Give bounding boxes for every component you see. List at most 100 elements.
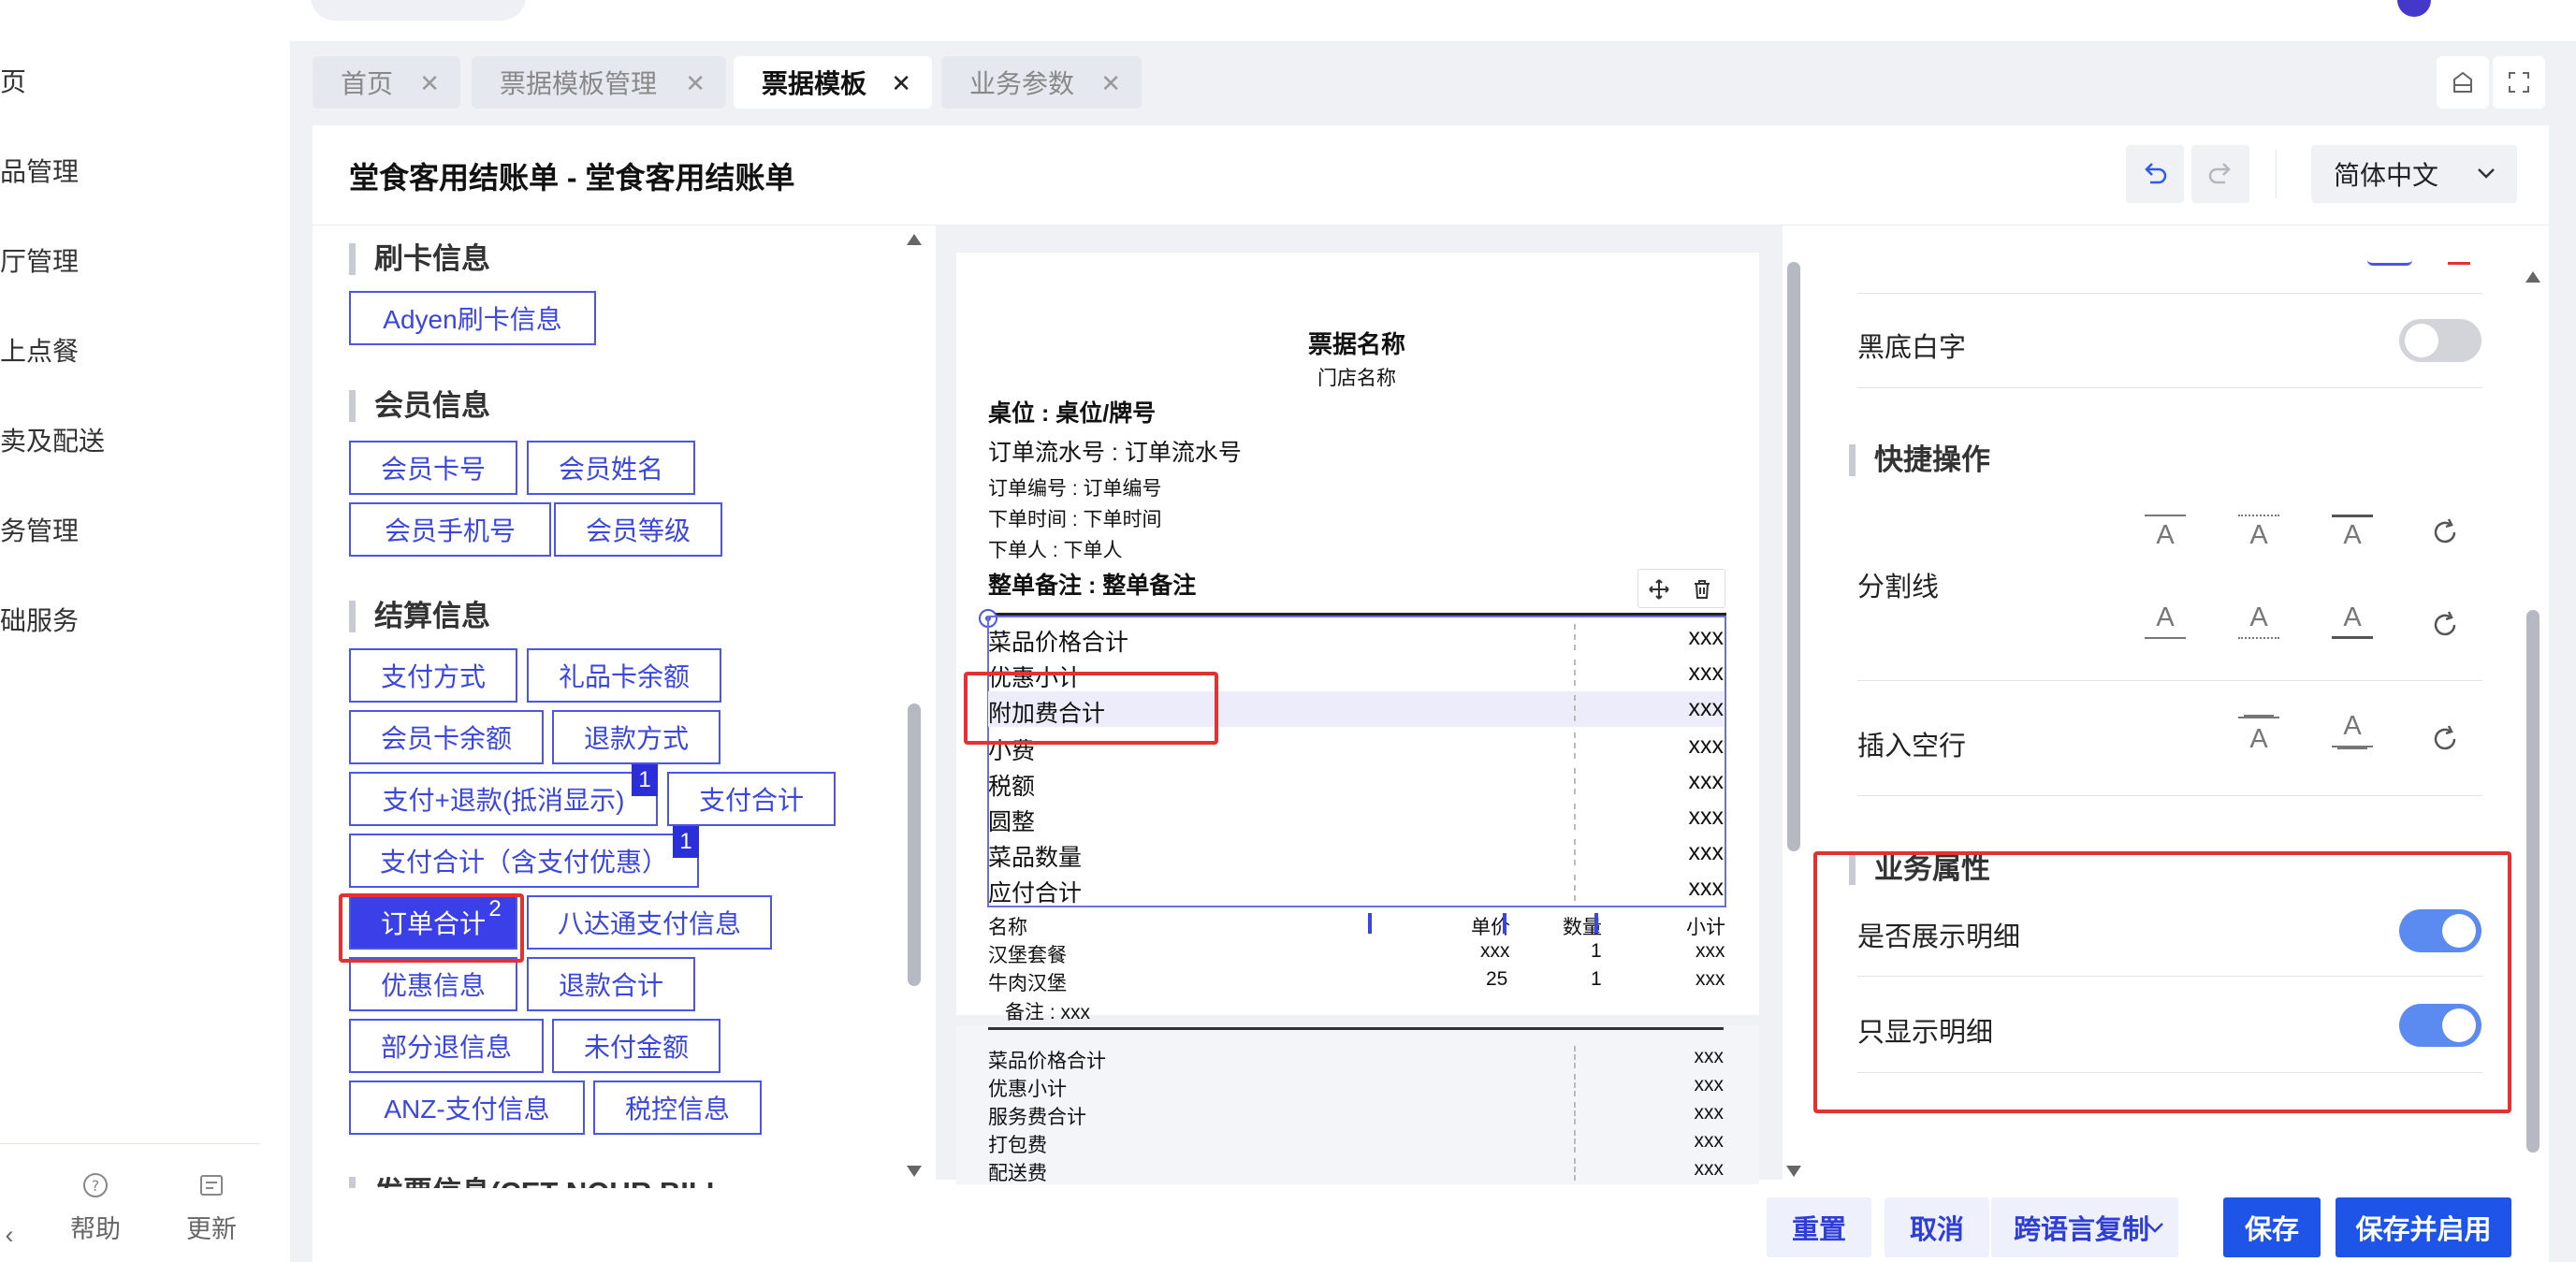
row-divider: [1574, 1046, 1576, 1068]
partial-control[interactable]: [2367, 258, 2412, 266]
reset-blank-line-icon[interactable]: [2429, 723, 2461, 755]
tab-business-params[interactable]: 业务参数 ✕: [941, 56, 1142, 109]
save-button[interactable]: 保存: [2223, 1197, 2321, 1257]
field-gift-card-balance[interactable]: 礼品卡余额: [527, 648, 721, 703]
serial-number: 订单流水号 : 订单流水号: [988, 440, 1242, 466]
field-member-phone[interactable]: 会员手机号: [349, 502, 551, 557]
tab-ticket-template[interactable]: 票据模板 ✕: [734, 56, 932, 109]
field-member-level[interactable]: 会员等级: [554, 502, 722, 557]
sidebar-item-finance[interactable]: 务管理: [0, 511, 79, 548]
chevron-down-icon: [2147, 1223, 2163, 1233]
field-octopus-payment[interactable]: 八达通支付信息: [527, 895, 772, 950]
sidebar-item-basic-service[interactable]: 础服务: [0, 601, 79, 638]
divider-dotted-top-icon[interactable]: A: [2238, 515, 2279, 551]
tab-home[interactable]: 首页 ✕: [313, 56, 460, 109]
field-discount-info[interactable]: 优惠信息: [349, 957, 517, 1011]
section-invoice-info: 发票信息(CET NOUR BILL: [349, 1177, 724, 1188]
field-payment-total[interactable]: 支付合计: [667, 772, 836, 826]
detail-item-subtotal: xxx: [1696, 968, 1725, 990]
sidebar-item-restaurant[interactable]: 厅管理: [0, 241, 79, 279]
language-select[interactable]: 简体中文: [2311, 145, 2517, 203]
update-button[interactable]: 更新: [174, 1171, 249, 1245]
sidebar-item-online-order[interactable]: 上点餐: [0, 331, 79, 369]
detail-header-subtotal: 小计: [1686, 917, 1725, 938]
field-anz-payment[interactable]: ANZ-支付信息: [349, 1081, 585, 1135]
undo-button[interactable]: [2126, 145, 2184, 203]
order-time: 下单时间 : 下单时间: [988, 509, 1162, 530]
tab-label: 票据模板管理: [500, 69, 658, 98]
divider-solid-top-icon[interactable]: A: [2145, 515, 2186, 551]
field-unpaid-amount[interactable]: 未付金额: [552, 1019, 720, 1073]
column-handle[interactable]: [1594, 913, 1598, 934]
close-icon[interactable]: ✕: [685, 69, 706, 98]
trash-icon[interactable]: [1691, 578, 1713, 601]
props-scroll-up[interactable]: [2525, 271, 2540, 283]
move-icon[interactable]: [1648, 578, 1670, 601]
prop-divider: [1857, 680, 2482, 681]
summary-value: xxx: [1688, 839, 1725, 865]
fullscreen-icon: [2509, 72, 2529, 93]
top-search-pill[interactable]: [311, 0, 526, 21]
divider-solid-bottom-icon[interactable]: A: [2145, 602, 2186, 639]
divider-thick-bottom-icon[interactable]: A: [2332, 602, 2373, 639]
black-bg-toggle[interactable]: [2399, 319, 2481, 362]
insert-blank-above-icon[interactable]: A: [2238, 717, 2279, 755]
copy-language-button[interactable]: 跨语言复制: [1991, 1197, 2178, 1257]
field-member-card-no[interactable]: 会员卡号: [349, 441, 517, 495]
home-tool-button[interactable]: [2437, 56, 2489, 109]
partial-control-red[interactable]: [2448, 262, 2470, 265]
save-and-enable-button[interactable]: 保存并启用: [2336, 1197, 2511, 1257]
redo-icon: [2208, 163, 2231, 184]
detail-item-remark: 备注 : xxx: [1005, 1002, 1091, 1023]
field-payment-total-discount[interactable]: 支付合计（含支付优惠） 1: [349, 826, 699, 888]
tab-template-management[interactable]: 票据模板管理 ✕: [472, 56, 726, 109]
close-icon[interactable]: ✕: [1100, 69, 1121, 98]
preview-scrollbar-thumb[interactable]: [1787, 262, 1800, 851]
reset-button[interactable]: 重置: [1767, 1197, 1871, 1257]
row-divider: [1574, 1102, 1576, 1124]
insert-blank-below-icon[interactable]: A: [2332, 711, 2373, 747]
fields-scrollbar-thumb[interactable]: [908, 704, 921, 986]
divider-thick-top-icon[interactable]: A: [2332, 515, 2373, 551]
row-divider: [1574, 1074, 1576, 1096]
prop-divider: [1857, 795, 2482, 796]
divider-label: 分割线: [1857, 573, 1940, 602]
row-divider: [1574, 733, 1576, 759]
summary-label: 税额: [988, 774, 1036, 800]
chevron-down-icon: [2478, 168, 2495, 179]
column-handle[interactable]: [1368, 913, 1372, 934]
preview-scroll-down[interactable]: [1786, 1166, 1801, 1177]
field-tax-control[interactable]: 税控信息: [593, 1081, 762, 1135]
reset-top-divider-icon[interactable]: [2429, 516, 2461, 548]
table-number: 桌位 : 桌位/牌号: [988, 400, 1157, 427]
row-divider: [1574, 875, 1576, 901]
props-scrollbar-thumb[interactable]: [2526, 610, 2540, 1153]
field-payment-method[interactable]: 支付方式: [349, 648, 517, 703]
field-pay-refund-offset[interactable]: 支付+退款(抵消显示) 1: [349, 764, 658, 826]
field-refund-total[interactable]: 退款合计: [527, 957, 695, 1011]
divider-dotted-bottom-icon[interactable]: A: [2238, 602, 2279, 639]
column-handle[interactable]: [1503, 913, 1506, 934]
summary-row: 应付合计 xxx: [988, 871, 1724, 907]
field-adyen[interactable]: Adyen刷卡信息: [349, 291, 596, 345]
fullscreen-button[interactable]: [2493, 56, 2545, 109]
field-member-name[interactable]: 会员姓名: [527, 441, 695, 495]
scroll-down-arrow[interactable]: [907, 1166, 922, 1177]
redo-button[interactable]: [2191, 145, 2249, 203]
field-partial-refund[interactable]: 部分退信息: [349, 1019, 544, 1073]
section-member-info: 会员信息: [349, 390, 490, 422]
field-refund-method[interactable]: 退款方式: [552, 710, 720, 764]
close-icon[interactable]: ✕: [891, 69, 911, 98]
sidebar-item-delivery[interactable]: 卖及配送: [0, 421, 105, 458]
row-divider: [1574, 624, 1576, 650]
sidebar-item-products[interactable]: 品管理: [0, 152, 79, 189]
cancel-button[interactable]: 取消: [1885, 1197, 1989, 1257]
scroll-up-arrow[interactable]: [907, 234, 922, 245]
sidebar-item-home[interactable]: 页: [0, 62, 26, 99]
close-icon[interactable]: ✕: [419, 69, 440, 98]
field-member-balance[interactable]: 会员卡余额: [349, 710, 544, 764]
help-button[interactable]: ? 帮助: [58, 1171, 133, 1245]
summary-label: 应付合计: [988, 880, 1083, 907]
reset-bottom-divider-icon[interactable]: [2429, 609, 2461, 641]
summary-row: 税额 xxx: [988, 764, 1724, 800]
